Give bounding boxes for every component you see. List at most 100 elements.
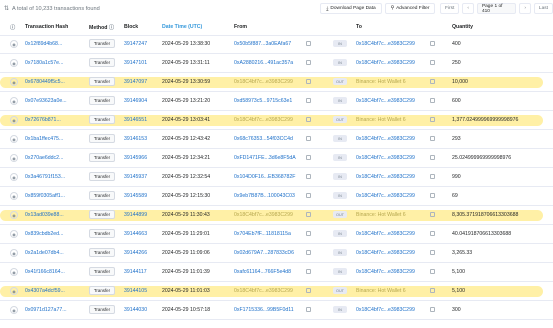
copy-icon[interactable] xyxy=(306,155,311,160)
block-link[interactable]: 39144030 xyxy=(124,307,147,313)
copy-icon[interactable] xyxy=(430,41,435,46)
view-icon[interactable]: ◉ xyxy=(10,135,18,143)
advanced-filter-button[interactable]: ⚲ Advanced Filter xyxy=(385,3,435,14)
view-icon[interactable]: ◉ xyxy=(10,116,18,124)
tx-hash-link[interactable]: 0x7180a1c57e... xyxy=(25,60,63,66)
tx-hash-link[interactable]: 0x6780449f5c5... xyxy=(25,79,65,85)
tx-hash-link[interactable]: 0x3a46791f153... xyxy=(25,174,65,180)
copy-icon[interactable] xyxy=(430,193,435,198)
copy-icon[interactable] xyxy=(430,250,435,255)
to-address-link[interactable]: 0x18C4bf7c...e3983C299 xyxy=(356,174,415,180)
copy-icon[interactable] xyxy=(306,231,311,236)
from-address-link[interactable]: 0xF1715336...99B5F0d11 xyxy=(234,307,294,313)
copy-icon[interactable] xyxy=(306,250,311,255)
first-page-button[interactable]: First xyxy=(440,3,460,14)
copy-icon[interactable] xyxy=(306,41,311,46)
to-address-link[interactable]: 0x18C4bf7c...e3983C299 xyxy=(356,307,415,313)
copy-icon[interactable] xyxy=(306,79,311,84)
to-address-link[interactable]: 0x18C4bf7c...e3983C299 xyxy=(356,155,415,161)
block-link[interactable]: 39146904 xyxy=(124,98,147,104)
view-icon[interactable]: ◉ xyxy=(10,192,18,200)
to-address-link[interactable]: Binance: Hot Wallet 6 xyxy=(356,212,406,218)
col-date[interactable]: Date Time (UTC) xyxy=(162,24,202,30)
copy-icon[interactable] xyxy=(306,174,311,179)
copy-icon[interactable] xyxy=(430,269,435,274)
tx-hash-link[interactable]: 0x13ad039e88... xyxy=(25,212,64,218)
download-page-data-button[interactable]: ⤓ Download Page Data xyxy=(320,3,382,14)
tx-hash-link[interactable]: 0x41f166c8164... xyxy=(25,269,65,275)
block-link[interactable]: 39144117 xyxy=(124,269,147,275)
block-link[interactable]: 39147101 xyxy=(124,60,147,66)
tx-hash-link[interactable]: 0x2a1de07db4... xyxy=(25,250,64,256)
block-link[interactable]: 39146551 xyxy=(124,117,147,123)
from-address-link[interactable]: 0x18C4bf7c...e3983C299 xyxy=(234,288,293,294)
to-address-link[interactable]: 0x18C4bf7c...e3983C299 xyxy=(356,98,415,104)
block-link[interactable]: 39144899 xyxy=(124,212,147,218)
block-link[interactable]: 39144663 xyxy=(124,231,147,237)
copy-icon[interactable] xyxy=(430,174,435,179)
to-address-link[interactable]: Binance: Hot Wallet 6 xyxy=(356,79,406,85)
from-address-link[interactable]: 0xA2880216...491ac357a xyxy=(234,60,293,66)
copy-icon[interactable] xyxy=(306,307,311,312)
view-icon[interactable]: ◉ xyxy=(10,97,18,105)
copy-icon[interactable] xyxy=(306,60,311,65)
from-address-link[interactable]: 0x50b5f887...3a0EAfa67 xyxy=(234,41,291,47)
block-link[interactable]: 39147097 xyxy=(124,79,147,85)
to-address-link[interactable]: 0x18C4bf7c...e3983C299 xyxy=(356,136,415,142)
copy-icon[interactable] xyxy=(430,307,435,312)
copy-icon[interactable] xyxy=(306,98,311,103)
view-icon[interactable]: ◉ xyxy=(10,59,18,67)
copy-icon[interactable] xyxy=(430,79,435,84)
next-page-button[interactable]: › xyxy=(519,3,531,14)
block-link[interactable]: 39145589 xyxy=(124,193,147,199)
copy-icon[interactable] xyxy=(306,269,311,274)
copy-icon[interactable] xyxy=(306,288,311,293)
tx-hash-link[interactable]: 0x4307a4dcf59... xyxy=(25,288,65,294)
from-address-link[interactable]: 0x18C4bf7c...e3983C299 xyxy=(234,212,293,218)
from-address-link[interactable]: 0x18C4bf7c...e3983C299 xyxy=(234,79,293,85)
copy-icon[interactable] xyxy=(430,212,435,217)
from-address-link[interactable]: 0x18C4bf7c...e3983C299 xyxy=(234,117,293,123)
from-address-link[interactable]: 0x02d679A7...287833cD6 xyxy=(234,250,294,256)
block-link[interactable]: 39147247 xyxy=(124,41,147,47)
from-address-link[interactable]: 0x704Eb7fF...11818115a xyxy=(234,231,291,237)
copy-icon[interactable] xyxy=(306,193,311,198)
to-address-link[interactable]: 0x18C4bf7c...e3983C299 xyxy=(356,193,415,199)
copy-icon[interactable] xyxy=(430,288,435,293)
tx-hash-link[interactable]: 0x859f0305aff1... xyxy=(25,193,65,199)
prev-page-button[interactable]: ‹ xyxy=(462,3,474,14)
view-icon[interactable]: ◉ xyxy=(10,249,18,257)
to-address-link[interactable]: 0x18C4bf7c...e3983C299 xyxy=(356,250,415,256)
copy-icon[interactable] xyxy=(430,60,435,65)
from-address-link[interactable]: 0xd58973c5...9715c63e1 xyxy=(234,98,292,104)
to-address-link[interactable]: Binance: Hot Wallet 6 xyxy=(356,288,406,294)
from-address-link[interactable]: 0xFD1471FE...3d6e8F5dA xyxy=(234,155,296,161)
tx-hash-link[interactable]: 0x72676b871... xyxy=(25,117,61,123)
copy-icon[interactable] xyxy=(430,231,435,236)
view-icon[interactable]: ◉ xyxy=(10,287,18,295)
from-address-link[interactable]: 0x68c76353...54f03CC4d xyxy=(234,136,293,142)
to-address-link[interactable]: Binance: Hot Wallet 6 xyxy=(356,117,406,123)
last-page-button[interactable]: Last xyxy=(533,3,553,14)
from-address-link[interactable]: 0x104D0F16...EB368782F xyxy=(234,174,295,180)
tx-hash-link[interactable]: 0x839cbdb2ed... xyxy=(25,231,63,237)
to-address-link[interactable]: 0x18C4bf7c...e3983C299 xyxy=(356,269,415,275)
block-link[interactable]: 39145937 xyxy=(124,174,147,180)
tx-hash-link[interactable]: 0x12f89d4b68... xyxy=(25,41,62,47)
block-link[interactable]: 39144266 xyxy=(124,250,147,256)
block-link[interactable]: 39144105 xyxy=(124,288,147,294)
copy-icon[interactable] xyxy=(306,136,311,141)
view-icon[interactable]: ◉ xyxy=(10,268,18,276)
to-address-link[interactable]: 0x18C4bf7c...e3983C299 xyxy=(356,60,415,66)
copy-icon[interactable] xyxy=(306,212,311,217)
copy-icon[interactable] xyxy=(430,155,435,160)
copy-icon[interactable] xyxy=(430,136,435,141)
view-icon[interactable]: ◉ xyxy=(10,154,18,162)
from-address-link[interactable]: 0xafc61164...766F5e4d8 xyxy=(234,269,291,275)
tx-hash-link[interactable]: 0x07e93623a0e... xyxy=(25,98,67,104)
tx-hash-link[interactable]: 0x0971d127a77... xyxy=(25,307,67,313)
copy-icon[interactable] xyxy=(306,117,311,122)
tx-hash-link[interactable]: 0x270ae6ddc2... xyxy=(25,155,63,161)
copy-icon[interactable] xyxy=(430,117,435,122)
copy-icon[interactable] xyxy=(430,98,435,103)
